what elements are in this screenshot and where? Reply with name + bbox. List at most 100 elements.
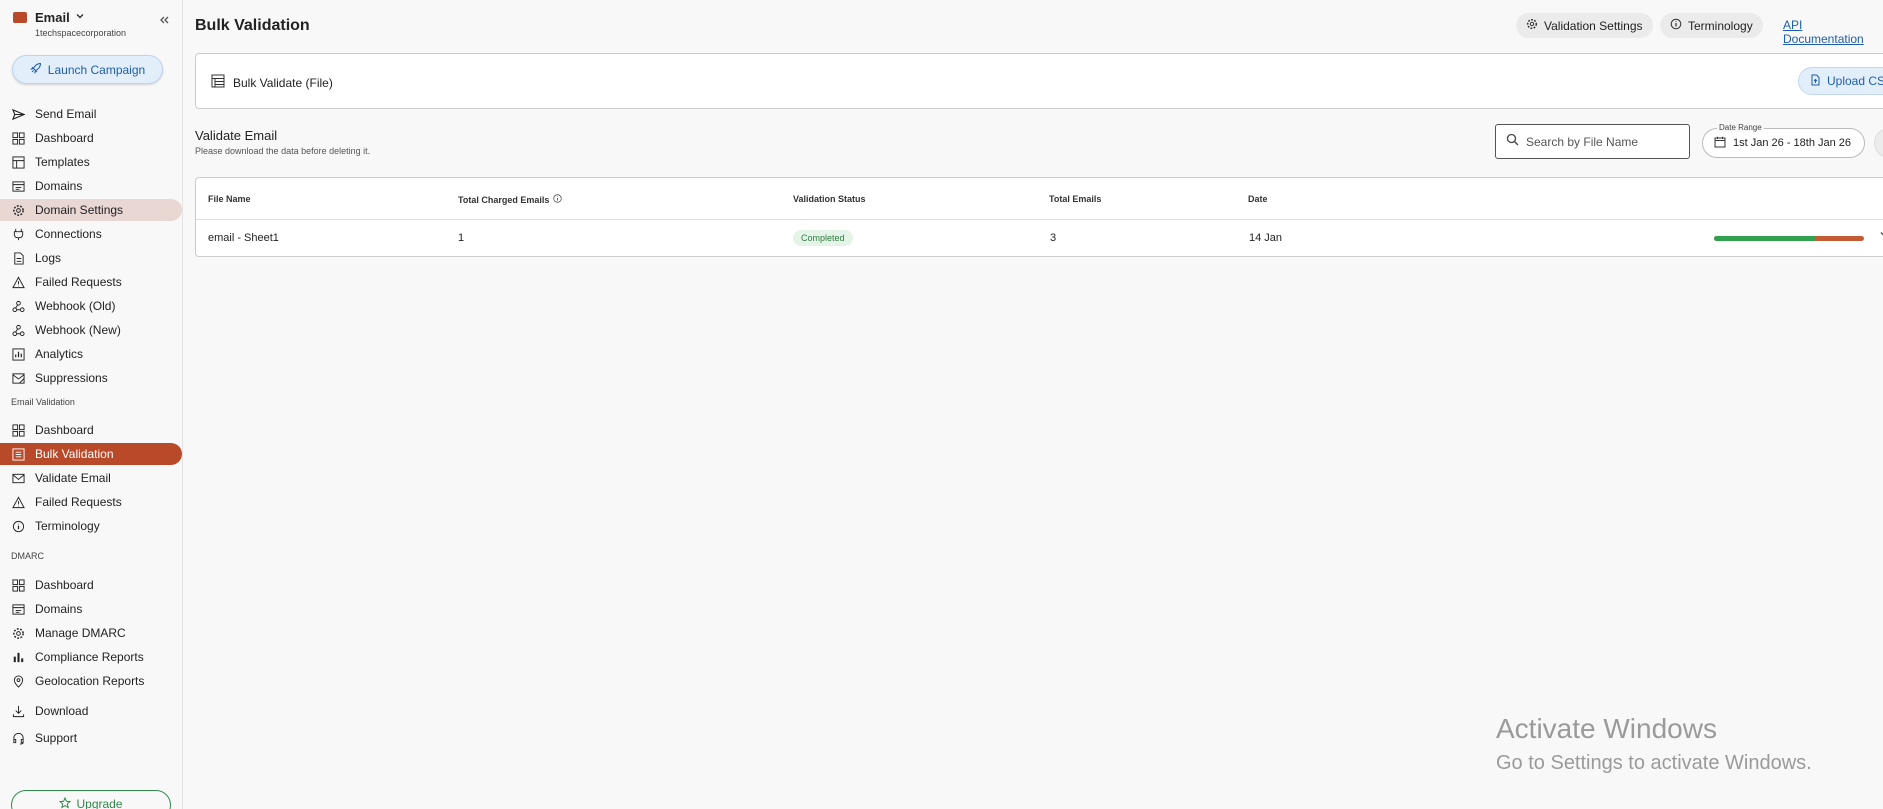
bulk-validate-file-card: Bulk Validate (File) Upload CSV bbox=[195, 53, 1883, 109]
download-icon bbox=[11, 704, 25, 718]
sidebar-item-label: Domains bbox=[35, 602, 83, 616]
date-range-picker[interactable]: Date Range 1st Jan 26 - 18th Jan 26 bbox=[1702, 123, 1865, 158]
bulk-validate-file-label: Bulk Validate (File) bbox=[233, 75, 333, 90]
dashboard-icon bbox=[11, 131, 25, 145]
status-badge: Completed bbox=[793, 230, 853, 246]
validation-settings-label: Validation Settings bbox=[1544, 18, 1643, 33]
sidebar-item-compliance-reports[interactable]: Compliance Reports bbox=[0, 646, 182, 668]
sidebar-item-connections[interactable]: Connections bbox=[0, 223, 182, 245]
column-header-label: Validation Status bbox=[793, 194, 866, 204]
sidebar-item-terminology[interactable]: Terminology bbox=[0, 515, 182, 537]
sidebar-item-dmarc-dashboard[interactable]: Dashboard bbox=[0, 574, 182, 596]
sidebar-item-label: Validate Email bbox=[35, 471, 111, 485]
header-divider bbox=[196, 219, 1883, 220]
sidebar-item-label: Dashboard bbox=[35, 578, 94, 592]
sidebar-item-label: Support bbox=[35, 731, 78, 745]
analytics-icon bbox=[11, 347, 25, 361]
sidebar-item-validation-failed-requests[interactable]: Failed Requests bbox=[0, 491, 182, 513]
valid-fraction-fill bbox=[1714, 236, 1815, 241]
validation-table: File Name Total Charged Emails Validatio… bbox=[195, 177, 1883, 257]
terminology-label: Terminology bbox=[1688, 18, 1753, 33]
sidebar-item-download[interactable]: Download bbox=[0, 700, 182, 722]
collapse-sidebar-icon[interactable] bbox=[159, 13, 169, 28]
cell-total-emails: 3 bbox=[1050, 232, 1057, 244]
expand-row-icon[interactable] bbox=[1879, 229, 1883, 242]
section-email-validation: Email Validation bbox=[11, 397, 75, 407]
sidebar-item-geolocation-reports[interactable]: Geolocation Reports bbox=[0, 670, 182, 692]
suppressions-icon bbox=[11, 371, 25, 385]
search-icon bbox=[1506, 133, 1519, 151]
section-subtitle: Please download the data before deleting… bbox=[195, 146, 371, 156]
sidebar-item-send-email[interactable]: Send Email bbox=[0, 103, 182, 125]
calendar-icon bbox=[1714, 136, 1726, 151]
sidebar-item-label: Analytics bbox=[35, 347, 84, 361]
sidebar-item-templates[interactable]: Templates bbox=[0, 151, 182, 173]
warning-icon bbox=[11, 495, 25, 509]
info-icon[interactable] bbox=[553, 194, 563, 205]
activate-windows-subtitle: Go to Settings to activate Windows. bbox=[1496, 752, 1812, 774]
upgrade-button[interactable]: Upgrade bbox=[11, 790, 171, 809]
upgrade-label: Upgrade bbox=[76, 797, 123, 809]
sidebar-item-failed-requests[interactable]: Failed Requests bbox=[0, 271, 182, 293]
sidebar-item-label: Failed Requests bbox=[35, 275, 122, 289]
column-header-date: Date bbox=[1248, 194, 1268, 204]
column-header-label: Total Emails bbox=[1049, 194, 1102, 204]
email-logo-icon bbox=[13, 12, 27, 23]
sidebar-item-validate-email[interactable]: Validate Email bbox=[0, 467, 182, 489]
logs-icon bbox=[11, 251, 25, 265]
sidebar-item-validation-dashboard[interactable]: Dashboard bbox=[0, 419, 182, 441]
send-icon bbox=[11, 107, 25, 121]
search-input[interactable] bbox=[1526, 134, 1686, 149]
gear-icon bbox=[1526, 18, 1538, 33]
sidebar-item-analytics[interactable]: Analytics bbox=[0, 343, 182, 365]
sidebar-item-webhook-old[interactable]: Webhook (Old) bbox=[0, 295, 182, 317]
sidebar-item-label: Domain Settings bbox=[35, 203, 124, 217]
cell-date: 14 Jan bbox=[1249, 232, 1283, 244]
bar-chart-icon bbox=[11, 650, 25, 664]
mail-icon bbox=[11, 471, 25, 485]
upload-csv-button[interactable]: Upload CSV bbox=[1798, 67, 1883, 95]
launch-campaign-label: Launch Campaign bbox=[47, 62, 146, 77]
sidebar-item-logs[interactable]: Logs bbox=[0, 247, 182, 269]
sidebar-item-label: Download bbox=[35, 704, 89, 718]
sidebar-item-webhook-new[interactable]: Webhook (New) bbox=[0, 319, 182, 341]
brand-switcher[interactable]: Email 1techspacecorporation bbox=[12, 9, 172, 41]
sidebar-item-support[interactable]: Support bbox=[0, 727, 182, 749]
sidebar-item-manage-dmarc[interactable]: Manage DMARC bbox=[0, 622, 182, 644]
star-icon bbox=[59, 796, 72, 809]
page-title: Bulk Validation bbox=[195, 17, 310, 34]
sidebar-item-domain-settings[interactable]: Domain Settings bbox=[0, 199, 182, 221]
sidebar-item-bulk-validation[interactable]: Bulk Validation bbox=[0, 443, 182, 465]
date-range-label: Date Range bbox=[1717, 123, 1764, 132]
upload-csv-label: Upload CSV bbox=[1827, 74, 1883, 88]
validation-settings-button[interactable]: Validation Settings bbox=[1516, 13, 1653, 38]
gear-icon bbox=[11, 626, 25, 640]
sidebar-item-domains[interactable]: Domains bbox=[0, 175, 182, 197]
sidebar-item-suppressions[interactable]: Suppressions bbox=[0, 367, 182, 389]
chevron-down-icon[interactable] bbox=[75, 11, 85, 24]
cell-total-charged: 1 bbox=[458, 232, 465, 244]
column-header-total-charged-emails: Total Charged Emails bbox=[458, 194, 563, 205]
sidebar-item-label: Terminology bbox=[35, 519, 100, 533]
sidebar-item-label: Geolocation Reports bbox=[35, 674, 145, 688]
sidebar-item-label: Templates bbox=[35, 155, 90, 169]
info-icon bbox=[1670, 18, 1682, 33]
domains-icon bbox=[11, 179, 25, 193]
sidebar: Email 1techspacecorporation Launch Campa… bbox=[0, 0, 183, 809]
more-options-button[interactable] bbox=[1874, 128, 1883, 158]
sidebar-item-label: Suppressions bbox=[35, 371, 108, 385]
plug-icon bbox=[11, 227, 25, 241]
api-documentation-link[interactable]: API Documentation bbox=[1783, 18, 1883, 46]
sidebar-item-dashboard[interactable]: Dashboard bbox=[0, 127, 182, 149]
column-header-label: Date bbox=[1248, 194, 1268, 204]
sidebar-item-label: Send Email bbox=[35, 107, 97, 121]
domains-icon bbox=[11, 602, 25, 616]
info-icon bbox=[11, 519, 25, 533]
launch-campaign-button[interactable]: Launch Campaign bbox=[12, 55, 163, 84]
sidebar-item-dmarc-domains[interactable]: Domains bbox=[0, 598, 182, 620]
bulk-validate-file-title: Bulk Validate (File) bbox=[211, 74, 333, 91]
search-box bbox=[1495, 124, 1690, 159]
date-range-value: 1st Jan 26 - 18th Jan 26 bbox=[1733, 137, 1852, 149]
file-upload-icon bbox=[1809, 74, 1821, 89]
terminology-button[interactable]: Terminology bbox=[1660, 13, 1763, 38]
